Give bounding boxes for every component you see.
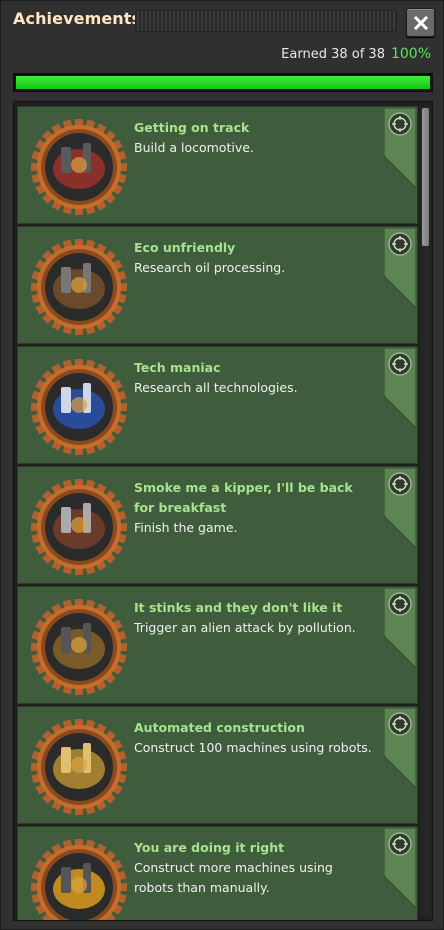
close-button[interactable] [406,8,435,37]
achievement-item[interactable]: Getting on track Build a locomotive. [17,106,418,224]
achievement-item[interactable]: Automated construction Construct 100 mach… [17,706,418,824]
achievement-description: Build a locomotive. [134,140,254,155]
close-icon [413,15,428,30]
progress-fill [16,76,430,89]
achievement-list-frame: Getting on track Build a locomotive. Eco u… [13,101,433,921]
achievement-title: Tech maniac [134,360,221,375]
progress-bar [13,73,433,92]
achievement-description: Research oil processing. [134,260,286,275]
achievement-description: Finish the game. [134,520,238,535]
earned-ribbon-icon [383,467,417,550]
oil-refinery-icon [29,237,129,337]
achievement-description: Research all technologies. [134,380,298,395]
progress-summary: Earned 38 of 38 100% [281,46,431,62]
achievement-item[interactable]: Eco unfriendly Research oil processing. [17,226,418,344]
achievement-item[interactable]: Smoke me a kipper, I'll be back for brea… [17,466,418,584]
achievements-window: Achievements Earned 38 of 38 100% Gettin… [0,0,444,930]
earned-ribbon-icon [383,707,417,790]
robot-building-icon [29,837,129,920]
scrollbar-thumb[interactable] [422,108,429,246]
achievement-title: You are doing it right [134,840,285,855]
achievement-title: Eco unfriendly [134,240,236,255]
achievement-list: Getting on track Build a locomotive. Eco u… [17,106,418,920]
construction-robot-icon [29,717,129,817]
earned-ribbon-icon [383,587,417,670]
achievement-item[interactable]: It stinks and they don't like it Trigger … [17,586,418,704]
window-title: Achievements [13,9,142,28]
drag-handle[interactable] [135,10,397,32]
achievement-title: Smoke me a kipper, I'll be back for brea… [134,480,353,515]
title-bar[interactable]: Achievements [1,1,444,39]
earned-ribbon-icon [383,107,417,190]
earned-ribbon-icon [383,227,417,310]
earned-count: Earned 38 of 38 [281,47,385,62]
achievement-title: Getting on track [134,120,250,135]
locomotive-icon [29,117,129,217]
achievement-title: Automated construction [134,720,305,735]
earned-ribbon-icon [383,827,417,910]
earned-percent: 100% [390,46,431,62]
scrollbar[interactable] [420,106,431,916]
earned-ribbon-icon [383,347,417,430]
rocket-icon [29,477,129,577]
alien-factory-icon [29,597,129,697]
achievement-description: Construct 100 machines using robots. [134,740,372,755]
achievement-description: Construct more machines using robots tha… [134,860,333,895]
achievement-description: Trigger an alien attack by pollution. [134,620,356,635]
achievement-item[interactable]: You are doing it right Construct more mac… [17,826,418,920]
tech-sphere-icon [29,357,129,457]
achievement-item[interactable]: Tech maniac Research all technologies. [17,346,418,464]
achievement-title: It stinks and they don't like it [134,600,343,615]
